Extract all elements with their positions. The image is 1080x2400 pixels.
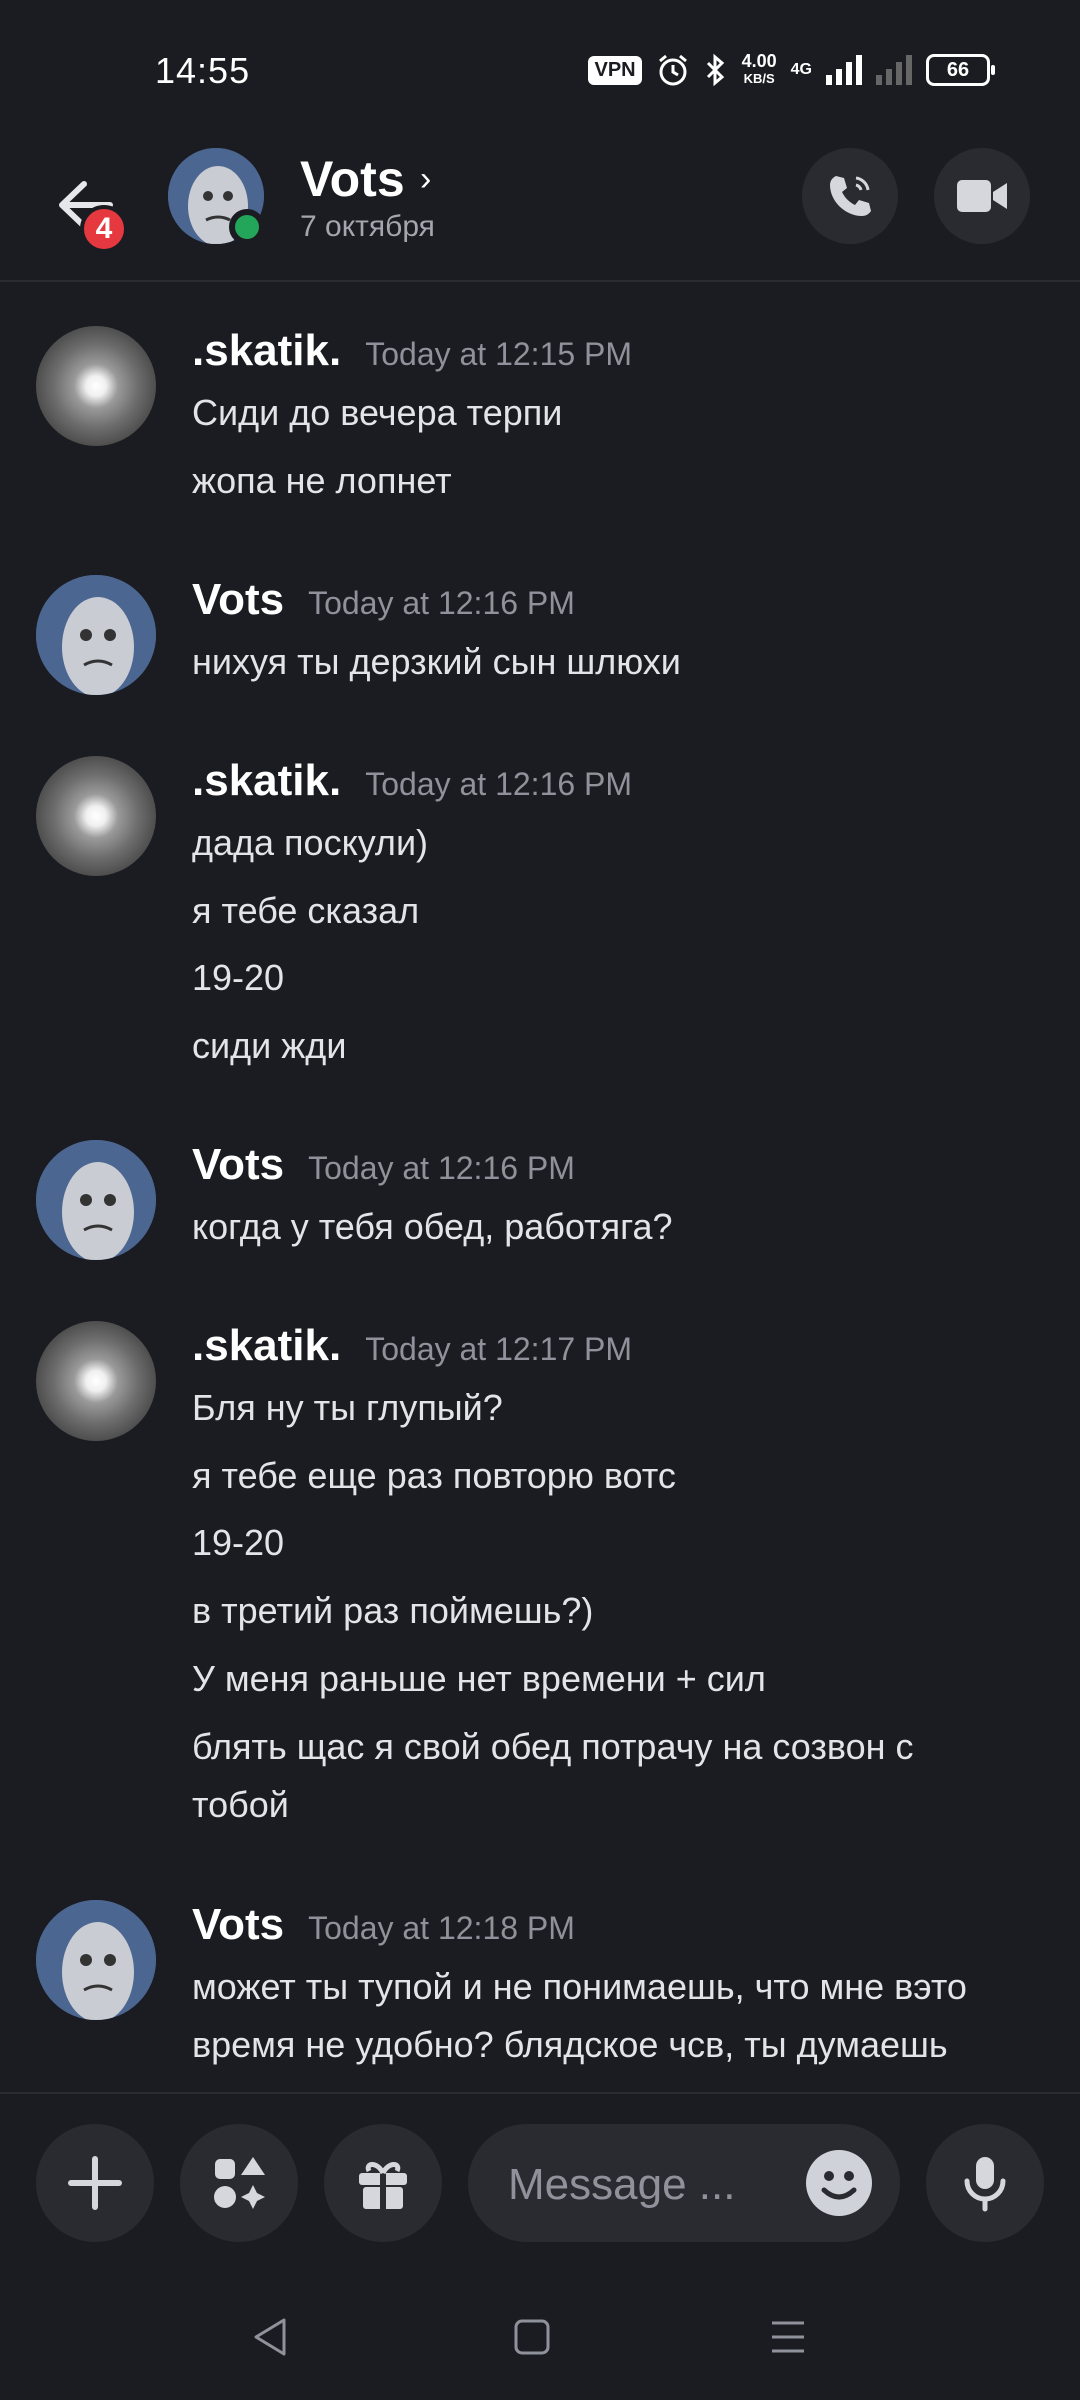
message-line: 19-20	[192, 957, 285, 998]
status-icons: VPN 4.00 KB/S 4G 66	[588, 50, 995, 90]
nav-back-icon[interactable]	[250, 2316, 290, 2358]
apps-button[interactable]	[180, 2124, 298, 2242]
nav-menu-icon[interactable]	[768, 2317, 808, 2357]
moon-avatar[interactable]	[36, 756, 156, 876]
message-line: дада поскули)	[192, 822, 429, 863]
message-line: может ты тупой и не понимаешь, что мне в…	[192, 1966, 967, 2007]
message-line: жопа не лопнет	[192, 460, 452, 501]
message-line: в третий раз поймешь?)	[192, 1590, 594, 1631]
alarm-icon	[658, 54, 687, 86]
voice-message-button[interactable]	[926, 2124, 1044, 2242]
signal-icon	[826, 55, 862, 85]
message-line: я тебе сказал	[192, 890, 420, 931]
message-line: я тебе еще раз повторю вотс	[192, 1455, 676, 1496]
message-author[interactable]: Vots Today at 12:16 PM	[192, 1140, 575, 1190]
message-author[interactable]: .skatik. Today at 12:16 PM	[192, 756, 632, 806]
vpn-indicator: VPN	[588, 55, 642, 85]
header-subtitle: 7 октября	[300, 210, 435, 243]
page-title[interactable]: Vots	[300, 150, 405, 208]
system-nav-bar	[0, 2272, 1080, 2400]
plus-icon	[68, 2156, 122, 2210]
wojak-avatar[interactable]	[36, 1900, 156, 2020]
status-bar: 14:55 VPN 4.00 KB/S 4G 66	[0, 0, 1080, 140]
message-timestamp: Today at 12:16 PM	[308, 585, 575, 621]
message-list[interactable]: .skatik. Today at 12:15 PM Сиди до вечера…	[0, 290, 1080, 2090]
message-author[interactable]: Vots Today at 12:18 PM	[192, 1900, 575, 1950]
gift-button[interactable]	[324, 2124, 442, 2242]
phone-icon	[830, 176, 871, 216]
chevron-right-icon[interactable]: ›	[420, 160, 431, 199]
moon-avatar[interactable]	[36, 1321, 156, 1441]
message-author[interactable]: .skatik. Today at 12:17 PM	[192, 1321, 632, 1371]
message-line: У меня раньше нет времени + сил	[192, 1658, 766, 1699]
video-camera-icon	[957, 180, 1007, 212]
message-timestamp: Today at 12:17 PM	[365, 1331, 633, 1367]
network-speed: 4.00 KB/S	[741, 51, 777, 86]
voice-call-button[interactable]	[802, 148, 898, 244]
message-line: сиди жди	[192, 1025, 347, 1066]
message-line: Сиди до вечера терпи	[192, 392, 563, 433]
message-timestamp: Today at 12:16 PM	[308, 1150, 575, 1186]
moon-avatar[interactable]	[36, 326, 156, 446]
message-line: время не удобно? блядское чсв, ты думаеш…	[192, 2024, 948, 2065]
video-call-button[interactable]	[934, 148, 1030, 244]
wojak-avatar[interactable]	[36, 575, 156, 695]
message-input-placeholder: Message ...	[508, 2160, 736, 2209]
message-line: 19-20	[192, 1522, 285, 1563]
message-author[interactable]: .skatik. Today at 12:15 PM	[192, 326, 632, 376]
message-input[interactable]: Message ...	[468, 2124, 900, 2242]
message-line: Бля ну ты глупый?	[192, 1387, 503, 1428]
message-timestamp: Today at 12:15 PM	[365, 336, 633, 372]
status-time: 14:55	[155, 50, 251, 91]
add-attachment-button[interactable]	[36, 2124, 154, 2242]
signal-weak-icon	[876, 55, 912, 85]
bluetooth-icon	[706, 53, 724, 87]
chat-header	[0, 140, 1080, 282]
apps-icon	[214, 2157, 265, 2209]
unread-badge: 4	[80, 205, 128, 253]
microphone-icon	[964, 2157, 1006, 2212]
battery-indicator: 66	[926, 54, 995, 86]
message-line: нихуя ты дерзкий сын шлюхи	[192, 641, 681, 682]
message-timestamp: Today at 12:18 PM	[308, 1910, 575, 1946]
wojak-avatar[interactable]	[36, 1140, 156, 1260]
network-type: 4G	[790, 61, 812, 78]
message-line: блять щас я свой обед потрачу на созвон …	[192, 1726, 914, 1767]
message-timestamp: Today at 12:16 PM	[365, 766, 633, 802]
message-composer: Message ...	[0, 2092, 1080, 2274]
emoji-picker-button[interactable]	[806, 2150, 872, 2216]
online-status-dot	[229, 209, 265, 245]
message-line: когда у тебя обед, работяга?	[192, 1206, 673, 1247]
message-line: тобой	[192, 1784, 289, 1825]
gift-icon	[359, 2162, 407, 2209]
smiley-icon	[821, 2171, 857, 2200]
message-author[interactable]: Vots Today at 12:16 PM	[192, 575, 575, 625]
nav-home-icon[interactable]	[512, 2317, 552, 2357]
